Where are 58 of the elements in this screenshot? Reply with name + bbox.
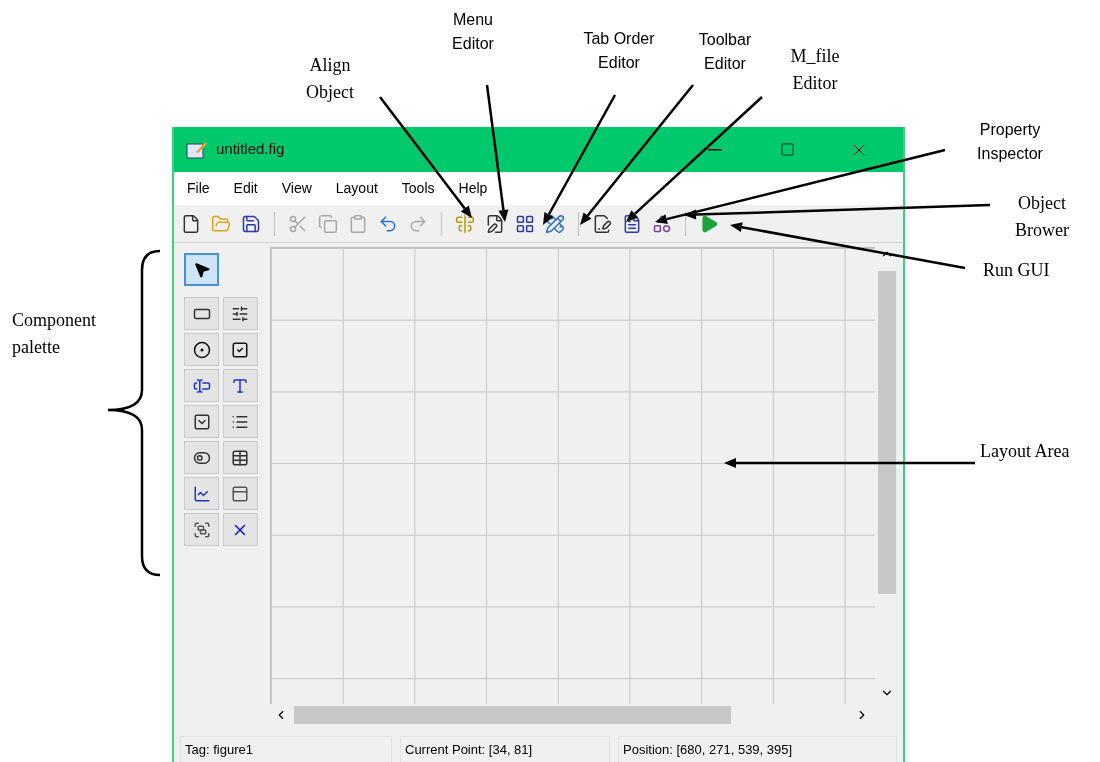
popup-menu-icon: [192, 412, 211, 431]
annotation-label: Property Inspector: [977, 120, 1043, 164]
annotation-label: Layout Area: [980, 440, 1070, 463]
folder-icon: [211, 213, 231, 234]
table-icon: [231, 448, 249, 467]
palette-tool[interactable]: [184, 405, 219, 438]
palette-tool[interactable]: [184, 253, 219, 286]
window-title: untitled.fig: [216, 139, 285, 160]
status-field: Tag: figure1: [180, 736, 392, 762]
palette-tool[interactable]: [222, 297, 258, 330]
menu-item[interactable]: View: [274, 178, 319, 199]
figure-icon: [186, 139, 208, 160]
property-sheet-icon: [622, 213, 642, 234]
file-edit-icon: [592, 213, 612, 234]
copy-icon: [318, 213, 338, 234]
annotation-label: Tab Order Editor: [583, 29, 655, 73]
maximize-icon: [779, 142, 795, 157]
slider-icon: [231, 304, 249, 323]
annotation-label: Toolbar Editor: [698, 30, 752, 74]
palette-tool[interactable]: [184, 441, 219, 474]
menu-editor-icon: [485, 213, 505, 234]
annotation-label: Align Object: [306, 54, 354, 104]
save-icon: [241, 213, 261, 234]
align-icon: [455, 213, 475, 234]
palette-tool[interactable]: [184, 297, 219, 330]
menu-item[interactable]: Help: [451, 178, 495, 199]
menu-item[interactable]: Tools: [394, 178, 442, 199]
annotation-label: Object Brower: [1015, 192, 1069, 242]
annotation-label: M_file Editor: [790, 45, 840, 95]
minimize-icon: [708, 148, 722, 151]
new-file-icon: [181, 213, 201, 234]
button-group-icon: [192, 520, 211, 539]
paste-icon: [348, 213, 368, 234]
annotation-label: Component palette: [12, 309, 96, 359]
static-text-icon: [231, 376, 249, 395]
tab-order-icon: [515, 213, 535, 234]
palette-tool[interactable]: [184, 477, 219, 510]
palette-tool[interactable]: [222, 477, 258, 510]
axes-icon: [192, 484, 211, 503]
palette-tool[interactable]: [184, 369, 219, 402]
panel-icon: [231, 484, 249, 503]
radio-button-icon: [192, 340, 211, 359]
edit-text-icon: [192, 376, 211, 395]
palette-tool[interactable]: [222, 441, 258, 474]
pointer-icon: [192, 260, 211, 279]
status-field: Current Point: [34, 81]: [400, 736, 610, 762]
palette-tool[interactable]: [222, 333, 258, 366]
annotation-label: Run GUI: [983, 259, 1050, 282]
toolbar-editor-icon: [545, 213, 565, 234]
run-icon: [699, 213, 719, 234]
status-field: Position: [680, 271, 539, 395]: [618, 736, 897, 762]
menu-item[interactable]: Layout: [328, 178, 385, 199]
checkbox-icon: [231, 340, 249, 359]
menu-item[interactable]: File: [180, 178, 217, 199]
menu-item[interactable]: Edit: [226, 178, 265, 199]
palette-tool[interactable]: [184, 333, 219, 366]
annotation-label: Menu Editor: [452, 10, 494, 54]
scissors-icon: [288, 213, 308, 234]
